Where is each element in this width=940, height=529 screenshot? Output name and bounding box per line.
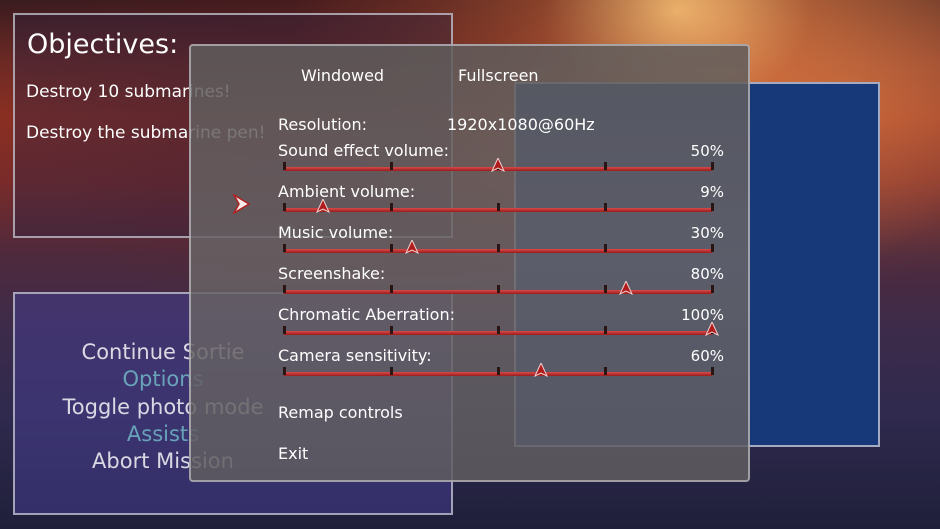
slider-tick bbox=[497, 367, 500, 375]
slider-tick bbox=[604, 285, 607, 293]
slider-tick bbox=[711, 367, 714, 375]
slider-tick bbox=[390, 285, 393, 293]
slider-tick bbox=[497, 285, 500, 293]
windowed-tab[interactable]: Windowed bbox=[301, 66, 384, 85]
slider-tick bbox=[283, 244, 286, 252]
slider-tick bbox=[711, 244, 714, 252]
slider-tick bbox=[604, 326, 607, 334]
ambient-volume-value: 9% bbox=[700, 183, 724, 201]
exit-button[interactable]: Exit bbox=[278, 444, 308, 463]
music-volume-value: 30% bbox=[690, 224, 724, 242]
slider-tick bbox=[390, 162, 393, 170]
resolution-value[interactable]: 1920x1080@60Hz bbox=[447, 115, 595, 134]
slider-tick bbox=[604, 244, 607, 252]
music-volume-label: Music volume: bbox=[278, 223, 394, 242]
options-panel: Windowed Fullscreen Resolution: 1920x108… bbox=[189, 44, 750, 482]
slider-thumb-icon[interactable] bbox=[405, 240, 419, 254]
sound-effect-volume-value: 50% bbox=[690, 142, 724, 160]
slider-tick bbox=[497, 244, 500, 252]
slider-tick bbox=[283, 203, 286, 211]
slider-tick bbox=[604, 367, 607, 375]
slider-tick bbox=[283, 367, 286, 375]
slider-thumb-icon[interactable] bbox=[316, 199, 330, 213]
slider-tick bbox=[711, 203, 714, 211]
fullscreen-tab[interactable]: Fullscreen bbox=[458, 66, 539, 85]
slider-tick bbox=[711, 285, 714, 293]
camera-sensitivity-label: Camera sensitivity: bbox=[278, 346, 432, 365]
objectives-title: Objectives: bbox=[27, 29, 179, 60]
screenshake-slider[interactable] bbox=[283, 281, 714, 296]
slider-tick bbox=[604, 162, 607, 170]
music-volume-slider[interactable] bbox=[283, 240, 714, 255]
ambient-volume-label: Ambient volume: bbox=[278, 182, 416, 201]
sound-effect-volume-label: Sound effect volume: bbox=[278, 141, 449, 160]
chromatic-aberration-slider[interactable] bbox=[283, 322, 719, 337]
chromatic-aberration-label: Chromatic Aberration: bbox=[278, 305, 455, 324]
slider-thumb-icon[interactable] bbox=[534, 363, 548, 377]
ambient-volume-slider[interactable] bbox=[283, 199, 714, 214]
slider-thumb-icon[interactable] bbox=[619, 281, 633, 295]
camera-sensitivity-slider[interactable] bbox=[283, 363, 714, 378]
slider-tick bbox=[283, 162, 286, 170]
slider-tick bbox=[390, 244, 393, 252]
slider-tick bbox=[497, 326, 500, 334]
slider-tick bbox=[390, 367, 393, 375]
sound-effect-volume-slider[interactable] bbox=[283, 158, 714, 173]
slider-tick bbox=[711, 162, 714, 170]
slider-tick bbox=[283, 285, 286, 293]
slider-tick bbox=[283, 326, 286, 334]
slider-thumb-icon[interactable] bbox=[491, 158, 505, 172]
resolution-label: Resolution: bbox=[278, 115, 367, 134]
slider-tick bbox=[390, 203, 393, 211]
slider-tick bbox=[604, 203, 607, 211]
remap-controls-button[interactable]: Remap controls bbox=[278, 403, 403, 422]
slider-tick bbox=[497, 203, 500, 211]
screenshake-value: 80% bbox=[690, 265, 724, 283]
selection-arrow-icon bbox=[232, 194, 250, 214]
camera-sensitivity-value: 60% bbox=[690, 347, 724, 365]
slider-tick bbox=[390, 326, 393, 334]
screenshake-label: Screenshake: bbox=[278, 264, 386, 283]
slider-thumb-icon[interactable] bbox=[705, 322, 719, 336]
